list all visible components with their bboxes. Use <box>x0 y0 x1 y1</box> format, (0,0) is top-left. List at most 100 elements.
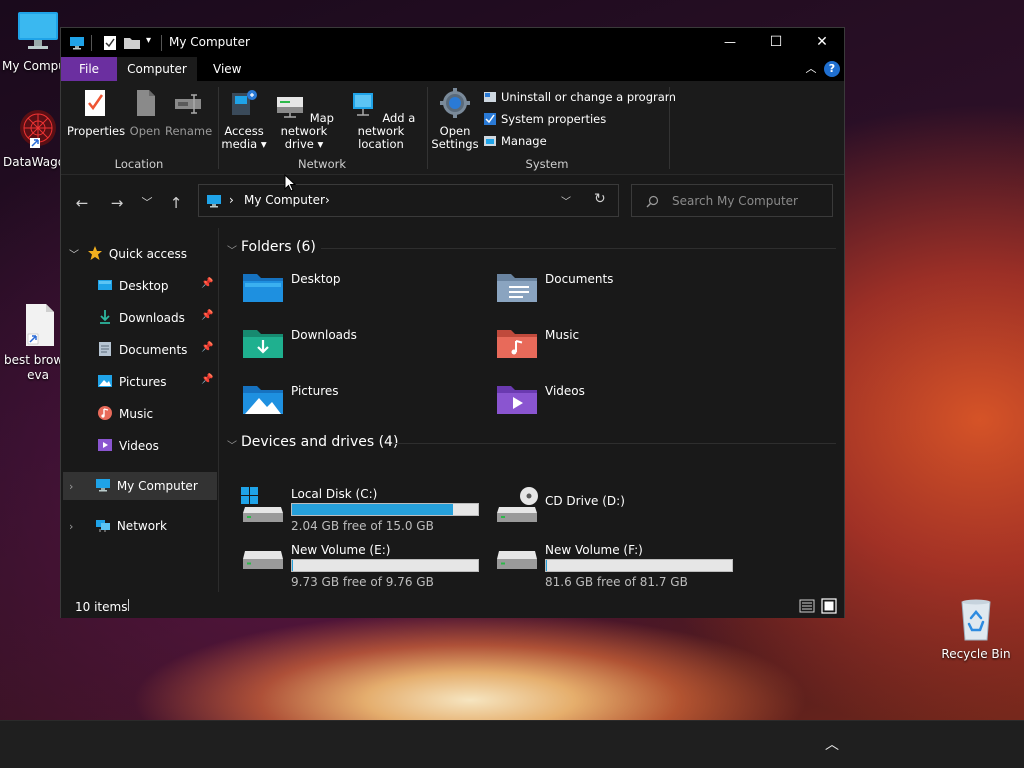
chevron-down-icon[interactable]: ﹀ <box>69 243 83 269</box>
sidebar-item-documents[interactable]: Documents <box>97 337 187 363</box>
breadcrumb-separator-icon[interactable]: › <box>229 193 234 207</box>
folder-downloads[interactable]: Downloads <box>241 326 491 376</box>
pin-icon[interactable]: 📌 <box>201 278 213 289</box>
up-arrow-icon[interactable]: ↑ <box>165 192 187 214</box>
minimize-button[interactable]: — <box>707 28 753 57</box>
drive-c[interactable]: Local Disk (C:) 2.04 GB free of 15.0 GB <box>241 487 491 537</box>
mouse-cursor-icon <box>284 174 296 192</box>
tab-computer[interactable]: Computer <box>117 57 197 81</box>
group-label-system: System <box>525 157 569 171</box>
drive-usage-bar <box>545 559 733 572</box>
folder-documents[interactable]: Documents <box>495 270 745 320</box>
desktop-folder-icon <box>98 280 112 290</box>
open-button[interactable]: Open <box>127 87 163 138</box>
properties-quick-icon[interactable] <box>103 35 117 51</box>
folder-desktop[interactable]: Desktop <box>241 270 491 320</box>
sidebar-item-music[interactable]: Music <box>97 401 153 427</box>
close-button[interactable]: ✕ <box>799 28 845 57</box>
large-icons-view-icon[interactable] <box>821 598 837 614</box>
add-network-location-button[interactable]: Add a network location <box>341 87 421 151</box>
pin-icon[interactable]: 📌 <box>201 374 213 385</box>
help-icon[interactable]: ? <box>824 61 840 77</box>
back-arrow-icon[interactable]: ← <box>71 192 93 214</box>
access-media-button[interactable]: Access media ▾ <box>221 87 267 151</box>
documents-folder-icon <box>497 274 537 302</box>
folders-header[interactable]: Folders (6) <box>241 239 316 255</box>
group-label-network: Network <box>297 157 347 171</box>
drive-name: New Volume (E:) <box>291 543 391 557</box>
devices-drives-header[interactable]: Devices and drives (4) <box>241 434 398 450</box>
sidebar-item-downloads[interactable]: Downloads <box>97 305 185 331</box>
sidebar-item-my-computer[interactable]: › My Computer <box>69 473 198 499</box>
sidebar-item-network[interactable]: › Network <box>69 513 167 539</box>
item-count: 10 items <box>75 600 128 614</box>
quick-access-item[interactable]: ﹀ Quick access <box>69 241 187 267</box>
open-label: Open <box>129 124 161 138</box>
drive-name: CD Drive (D:) <box>545 494 625 508</box>
maximize-button[interactable]: ☐ <box>753 28 799 57</box>
desktop-icon-recycle-bin[interactable]: Recycle Bin <box>938 598 1014 662</box>
status-bar: 10 items <box>61 594 844 618</box>
drive-e[interactable]: New Volume (E:) 9.73 GB free of 9.76 GB <box>241 543 491 593</box>
uninstall-program-label: Uninstall or change a program <box>501 90 676 104</box>
music-folder-icon <box>497 330 537 358</box>
quick-access-dropdown-icon[interactable]: ▾ <box>146 35 151 51</box>
open-settings-button[interactable]: Open Settings <box>431 87 479 151</box>
downloads-folder-icon <box>243 330 283 358</box>
access-media-icon <box>232 90 257 115</box>
new-folder-quick-icon[interactable] <box>123 35 141 51</box>
cd-drive-icon <box>497 487 538 522</box>
show-hidden-icons-chevron-icon[interactable]: ︿ <box>822 735 842 755</box>
folder-pictures[interactable]: Pictures <box>241 382 491 432</box>
properties-button[interactable]: Properties <box>67 87 126 138</box>
section-divider <box>321 248 836 249</box>
sidebar-item-label: Videos <box>119 439 159 453</box>
download-arrow-icon <box>100 310 110 324</box>
system-properties-button[interactable]: System properties <box>483 110 606 128</box>
music-icon <box>98 406 112 420</box>
properties-label: Properties <box>67 124 126 138</box>
drive-d[interactable]: CD Drive (D:) <box>495 487 745 537</box>
pin-icon[interactable]: 📌 <box>201 342 213 353</box>
address-dropdown-icon[interactable]: ﹀ <box>561 193 571 208</box>
search-box[interactable]: Search My Computer <box>631 184 833 217</box>
uninstall-program-button[interactable]: Uninstall or change a program <box>483 88 676 106</box>
computer-icon <box>95 479 110 492</box>
chevron-down-icon[interactable]: ﹀ <box>227 242 237 257</box>
windows-drive-icon <box>241 487 283 522</box>
chevron-right-icon[interactable]: › <box>69 474 91 500</box>
folder-videos[interactable]: Videos <box>495 382 745 432</box>
folder-music[interactable]: Music <box>495 326 745 376</box>
recent-locations-chevron-icon[interactable]: ﹀ <box>136 192 158 214</box>
sidebar-item-desktop[interactable]: Desktop <box>97 273 169 299</box>
collapse-ribbon-icon[interactable]: ︿ <box>804 62 818 76</box>
rename-button[interactable]: Rename <box>165 87 213 138</box>
map-network-drive-button[interactable]: Map network drive ▾ <box>267 87 341 151</box>
folder-label: Desktop <box>291 272 341 286</box>
file-icon <box>26 304 54 346</box>
address-bar[interactable]: › My Computer › ﹀ ↻ <box>198 184 619 217</box>
breadcrumb-separator-icon[interactable]: › <box>325 193 330 207</box>
drive-usage-bar <box>291 503 479 516</box>
forward-arrow-icon[interactable]: → <box>106 192 128 214</box>
tab-file[interactable]: File <box>61 57 117 81</box>
sidebar-item-videos[interactable]: Videos <box>97 433 159 459</box>
details-view-icon[interactable] <box>799 598 815 614</box>
rename-label: Rename <box>165 124 213 138</box>
open-settings-label-2: Settings <box>431 137 479 151</box>
tab-view[interactable]: View <box>201 57 253 81</box>
refresh-icon[interactable]: ↻ <box>594 191 606 207</box>
sidebar-item-pictures[interactable]: Pictures <box>97 369 167 395</box>
chevron-right-icon[interactable]: › <box>69 514 91 540</box>
search-placeholder: Search My Computer <box>672 194 798 208</box>
navigation-bar: ← → ﹀ ↑ › My Computer › ﹀ ↻ Search My Co… <box>61 176 844 228</box>
quick-access-label: Quick access <box>108 247 188 261</box>
drive-f[interactable]: New Volume (F:) 81.6 GB free of 81.7 GB <box>495 543 745 593</box>
chevron-down-icon[interactable]: ﹀ <box>227 437 237 452</box>
sidebar-item-label: Downloads <box>119 311 185 325</box>
pin-icon[interactable]: 📌 <box>201 310 213 321</box>
manage-button[interactable]: Manage <box>483 132 547 150</box>
sidebar-item-label: Documents <box>119 343 188 357</box>
breadcrumb-my-computer[interactable]: My Computer <box>244 193 325 207</box>
add-network-location-label-2: location <box>358 137 404 151</box>
